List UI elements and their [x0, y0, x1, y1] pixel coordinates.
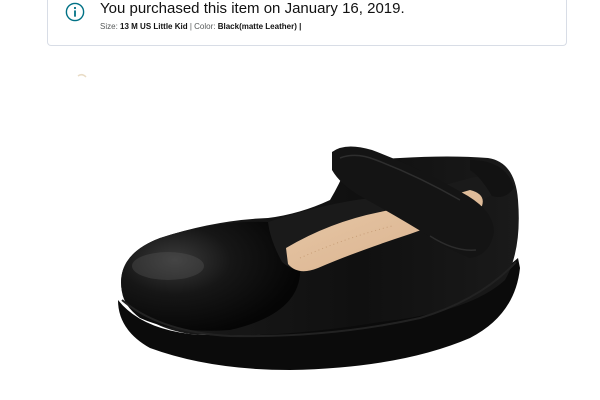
trailing-separator: | [299, 22, 302, 31]
product-image[interactable] [0, 60, 600, 400]
size-label: Size: [100, 22, 118, 31]
info-icon [65, 2, 85, 22]
details-separator: | [189, 22, 192, 31]
page: You purchased this item on January 16, 2… [0, 0, 600, 400]
color-label: Color: [194, 22, 216, 31]
purchase-item-details: Size: 13 M US Little Kid | Color: Black(… [100, 22, 301, 32]
purchase-date-message: You purchased this item on January 16, 2… [100, 0, 405, 17]
color-value: Black(matte Leather) [217, 22, 297, 31]
purchase-notice: You purchased this item on January 16, 2… [47, 0, 567, 46]
size-value: 13 M US Little Kid [120, 22, 188, 31]
